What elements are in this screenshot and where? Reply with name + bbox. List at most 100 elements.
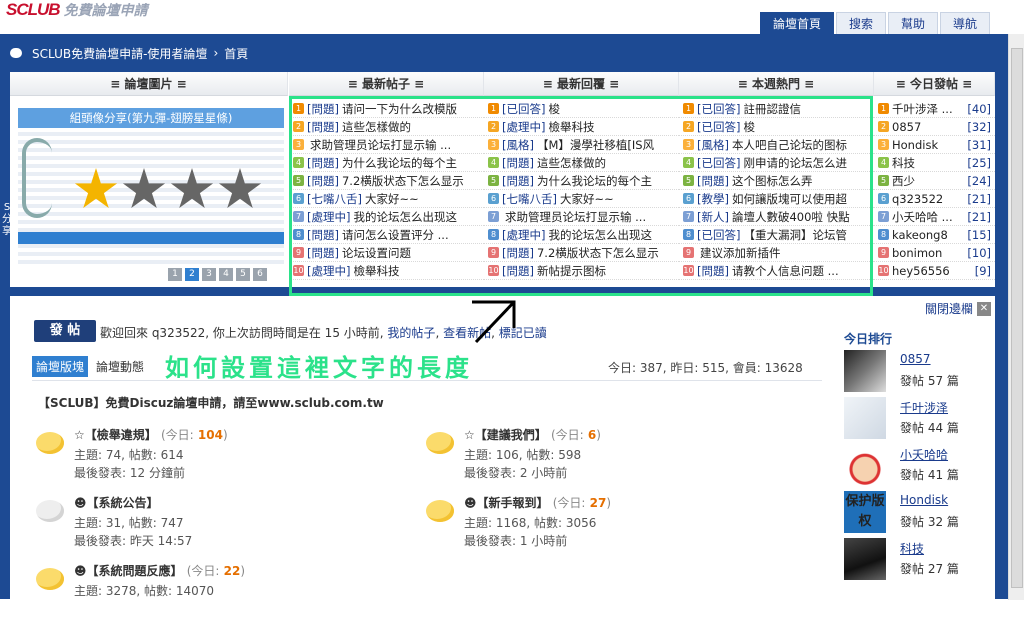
thread-title[interactable]: 檢舉科技 [548, 118, 594, 135]
poster-name[interactable]: 小夭哈哈 ... [892, 208, 953, 225]
avatar[interactable] [844, 444, 886, 486]
thread-row[interactable]: 2 [問題] 這些怎樣做的 [289, 118, 484, 136]
thread-title[interactable]: 请问怎么设置评分 ... [342, 226, 449, 243]
avatar[interactable] [844, 397, 886, 439]
thread-title[interactable]: 梭 [743, 118, 755, 135]
thread-title[interactable]: 请问一下为什么改模版 [342, 100, 457, 117]
close-sidebar[interactable]: 關閉邊欄 ✕ [925, 300, 991, 317]
poster-name[interactable]: Hondisk [892, 136, 938, 153]
rank-username[interactable]: 千叶涉泽 [900, 399, 948, 416]
thread-row[interactable]: 9 [問題] 论坛设置问题 [289, 244, 484, 262]
avatar[interactable]: 保护版权 [844, 491, 886, 533]
site-logo[interactable]: SCLUB 免費論壇申請 [6, 0, 148, 20]
poster-name[interactable]: hey56556 [892, 262, 950, 279]
thread-row[interactable]: 2 [已回答] 梭 [679, 118, 874, 136]
poster-name[interactable]: 千叶涉泽 ... [892, 100, 953, 117]
thread-tag[interactable]: [問題] [307, 226, 339, 243]
today-poster-row[interactable]: 4 科技 [25] [874, 154, 995, 172]
pager-3[interactable]: 3 [202, 268, 216, 281]
thread-row[interactable]: 7 求助管理员论坛打显示输 ... [484, 208, 679, 226]
thread-tag[interactable]: [處理中] [502, 118, 545, 135]
forum-item[interactable]: ☆【檢舉違規】 (今日: 104) 主題: 74, 帖數: 614 最後發表: … [36, 426, 356, 486]
thread-tag[interactable]: [已回答] [697, 226, 740, 243]
thread-row[interactable]: 2 [處理中] 檢舉科技 [484, 118, 679, 136]
scrollbar-thumb[interactable] [1011, 48, 1023, 588]
thread-row[interactable]: 1 [已回答] 梭 [484, 100, 679, 118]
nav-guide[interactable]: 導航 [940, 12, 991, 34]
rank-username[interactable]: 0857 [900, 352, 931, 366]
thread-tag[interactable]: [已回答] [697, 154, 740, 171]
thread-tag[interactable]: [問題] [307, 244, 339, 261]
thread-title[interactable]: 这个图标怎么弄 [732, 172, 813, 189]
thread-tag[interactable]: [問題] [307, 172, 339, 189]
thread-title[interactable]: 【M】漫學社移植[IS风 [537, 136, 654, 153]
close-sidebar-label[interactable]: 關閉邊欄 [925, 300, 973, 317]
thread-tag[interactable]: [已回答] [697, 100, 740, 117]
thread-title[interactable]: 求助管理员论坛打显示输 ... [310, 136, 451, 153]
tab-forums[interactable]: 論壇版塊 [32, 356, 89, 377]
post-button[interactable]: 發 帖 [34, 320, 96, 342]
thread-title[interactable]: 请教个人信息问题 ... [732, 262, 839, 279]
thread-tag[interactable]: [已回答] [502, 100, 545, 117]
thread-title[interactable]: 檢舉科技 [353, 262, 399, 279]
vertical-scrollbar[interactable] [1008, 34, 1024, 600]
thread-row[interactable]: 8 [處理中] 我的论坛怎么出现这 [484, 226, 679, 244]
avatar[interactable] [844, 538, 886, 580]
today-poster-row[interactable]: 8 kakeong8 [15] [874, 226, 995, 244]
thread-row[interactable]: 4 [問題] 這些怎樣做的 [484, 154, 679, 172]
thread-row[interactable]: 3 [風格] 本人吧自己论坛的图标 [679, 136, 874, 154]
thread-row[interactable]: 4 [已回答] 刚申请的论坛怎么进 [679, 154, 874, 172]
thread-title[interactable]: 本人吧自己论坛的图标 [732, 136, 847, 153]
rank-item[interactable]: 千叶涉泽 發帖 44 篇 [844, 397, 994, 441]
thread-row[interactable]: 7 [新人] 論壇人數破400啦 快點 [679, 208, 874, 226]
thread-title[interactable]: 這些怎樣做的 [537, 154, 606, 171]
pic-slideshow[interactable]: 組頭像分享(第九彈-翅膀星星條) 1 2 3 4 5 6 [18, 108, 284, 281]
forum-name[interactable]: ☻【系統公告】 [74, 496, 159, 510]
nav-home[interactable]: 論壇首頁 [760, 12, 835, 34]
thread-tag[interactable]: [問題] [502, 262, 534, 279]
thread-tag[interactable]: [已回答] [697, 118, 740, 135]
forum-item[interactable]: ☻【新手報到】 (今日: 27) 主題: 1168, 帖數: 3056 最後發表… [426, 494, 746, 554]
thread-tag[interactable]: [處理中] [307, 208, 350, 225]
thread-title[interactable]: 我的论坛怎么出现这 [353, 208, 457, 225]
thread-row[interactable]: 6 [七嘴八舌] 大家好~~ [289, 190, 484, 208]
rank-item[interactable]: 0857 發帖 57 篇 [844, 350, 994, 394]
forum-name[interactable]: ☆【建議我們】 [464, 428, 547, 442]
poster-name[interactable]: q323522 [892, 190, 943, 207]
thread-row[interactable]: 4 [問題] 为什么我论坛的每个主 [289, 154, 484, 172]
thread-row[interactable]: 10 [問題] 请教个人信息问题 ... [679, 262, 874, 280]
thread-row[interactable]: 3 [風格] 【M】漫學社移植[IS风 [484, 136, 679, 154]
close-icon[interactable]: ✕ [977, 301, 991, 316]
thread-tag[interactable]: [風格] [697, 136, 729, 153]
thread-tag[interactable]: [處理中] [502, 226, 545, 243]
rank-item[interactable]: 科技 發帖 27 篇 [844, 538, 994, 582]
thread-tag[interactable]: [處理中] [307, 262, 350, 279]
thread-tag[interactable]: [七嘴八舌] [502, 190, 557, 207]
thread-row[interactable]: 8 [問題] 请问怎么设置评分 ... [289, 226, 484, 244]
thread-title[interactable]: 求助管理员论坛打显示输 ... [505, 208, 646, 225]
thread-tag[interactable]: [問題] [307, 154, 339, 171]
poster-name[interactable]: 科技 [892, 154, 915, 171]
thread-title[interactable]: 7.2横版状态下怎么显示 [342, 172, 464, 189]
poster-name[interactable]: 西少 [892, 172, 915, 189]
today-poster-row[interactable]: 6 q323522 [21] [874, 190, 995, 208]
thread-row[interactable]: 1 [已回答] 註冊認證信 [679, 100, 874, 118]
poster-name[interactable]: bonimon [892, 244, 942, 261]
thread-title[interactable]: 建议添加新插件 [700, 244, 781, 261]
tab-activity[interactable]: 論壇動態 [96, 358, 144, 375]
thread-title[interactable]: 梭 [548, 100, 560, 117]
slideshow-image[interactable] [18, 128, 284, 264]
thread-tag[interactable]: [問題] [502, 244, 534, 261]
today-poster-row[interactable]: 2 0857 [32] [874, 118, 995, 136]
thread-title[interactable]: 刚申请的论坛怎么进 [743, 154, 847, 171]
breadcrumb-site[interactable]: SCLUB免費論壇申請-使用者論壇 [32, 45, 207, 62]
thread-row[interactable]: 10 [問題] 新帖提示图标 [484, 262, 679, 280]
my-posts-link[interactable]: 我的帖子 [387, 326, 435, 340]
today-poster-row[interactable]: 7 小夭哈哈 ... [21] [874, 208, 995, 226]
thread-title[interactable]: 论坛设置问题 [342, 244, 411, 261]
thread-row[interactable]: 6 [教學] 如何讓版塊可以使用超 [679, 190, 874, 208]
thread-tag[interactable]: [風格] [502, 136, 534, 153]
thread-tag[interactable]: [問題] [502, 154, 534, 171]
thread-title[interactable]: 大家好~~ [365, 190, 419, 207]
thread-title[interactable]: 【重大漏洞】论坛管 [743, 226, 847, 243]
